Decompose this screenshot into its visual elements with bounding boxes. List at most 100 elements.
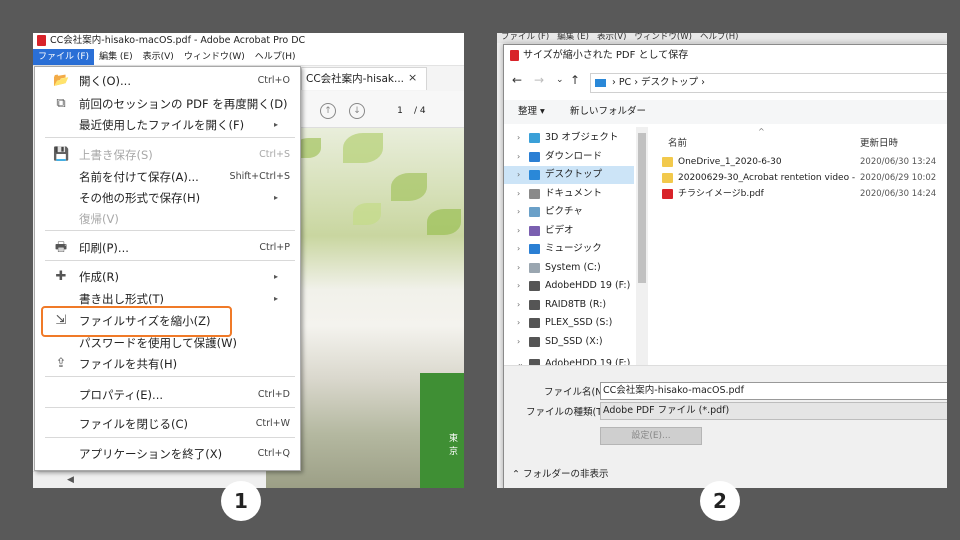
file-menu-item[interactable]: 最近使用したファイルを開く(F) ▸: [35, 115, 300, 135]
submenu-arrow-icon: ▸: [273, 120, 278, 129]
menu-edit[interactable]: 編集 (E): [94, 49, 138, 65]
tree-item[interactable]: › ドキュメント: [504, 185, 634, 203]
column-header-name[interactable]: 名前: [668, 135, 687, 149]
tree-item-label: ピクチャ: [545, 206, 583, 217]
chevron-right-icon[interactable]: ›: [517, 185, 520, 203]
menu-separator: [45, 407, 295, 408]
settings-button[interactable]: 設定(E)...: [600, 427, 702, 445]
chevron-right-icon[interactable]: ›: [517, 148, 520, 166]
new-folder-button[interactable]: 新しいフォルダー: [570, 100, 646, 124]
folder-icon: [529, 318, 540, 328]
file-menu-item[interactable]: 📂 開く(O)... Ctrl+O: [35, 71, 300, 91]
file-menu-item[interactable]: 名前を付けて保存(A)... Shift+Ctrl+S: [35, 167, 300, 187]
chevron-right-icon[interactable]: ›: [517, 333, 520, 351]
address-sep-icon: ›: [631, 77, 642, 88]
tree-item[interactable]: › ピクチャ: [504, 203, 634, 221]
filename-input[interactable]: CC会社案内-hisako-macOS.pdf: [600, 382, 947, 400]
file-name: 20200629-30_Acrobat rentetion video - シ.…: [678, 173, 856, 183]
menu-separator: [45, 230, 295, 231]
file-date: 2020/06/30 14:24: [860, 189, 937, 199]
file-menu-item[interactable]: プロパティ(E)... Ctrl+D: [35, 385, 300, 405]
file-menu-item-label: ファイルを共有(H): [79, 357, 178, 371]
tree-item[interactable]: › RAID8TB (R:): [504, 296, 634, 314]
chevron-down-icon[interactable]: ⌄: [517, 355, 524, 365]
shortcut-label: Ctrl+P: [259, 242, 290, 253]
chevron-up-icon: ⌃: [512, 469, 523, 480]
file-menu-item[interactable]: 🖶 印刷(P)... Ctrl+P: [35, 238, 300, 258]
menu-separator: [45, 437, 295, 438]
tree-item[interactable]: › ビデオ: [504, 222, 634, 240]
file-row[interactable]: 20200629-30_Acrobat rentetion video - シ.…: [662, 170, 947, 186]
document-text: 東京: [449, 434, 459, 457]
chevron-right-icon[interactable]: ›: [517, 240, 520, 258]
chevron-right-icon[interactable]: ›: [517, 259, 520, 277]
menu-view[interactable]: 表示(V): [138, 49, 179, 65]
chevron-right-icon[interactable]: ›: [517, 314, 520, 332]
chevron-right-icon[interactable]: ›: [517, 222, 520, 240]
address-bar[interactable]: › PC › デスクトップ ›: [590, 73, 947, 93]
menu-window[interactable]: ウィンドウ(W): [179, 49, 250, 65]
address-desktop[interactable]: デスクトップ: [641, 77, 698, 88]
file-row[interactable]: OneDrive_1_2020-6-30 2020/06/30 13:24: [662, 154, 947, 170]
organize-button[interactable]: 整理 ▾: [518, 100, 545, 124]
bg-menu-help: ヘルプ(H): [699, 33, 739, 42]
filetype-select[interactable]: Adobe PDF ファイル (*.pdf): [600, 402, 947, 420]
tree-scrollbar[interactable]: [636, 127, 648, 365]
file-menu-item[interactable]: ⇪ ファイルを共有(H): [35, 354, 300, 374]
pc-icon: [595, 78, 606, 87]
next-page-icon[interactable]: ↓: [349, 103, 365, 119]
address-pc[interactable]: PC: [619, 77, 631, 88]
restore-session-icon: ⧉: [56, 96, 66, 111]
tree-item[interactable]: › ダウンロード: [504, 148, 634, 166]
pdf-icon: [510, 50, 519, 61]
chevron-right-icon[interactable]: ›: [517, 296, 520, 314]
filetype-label: ファイルの種類(T):: [526, 407, 609, 418]
tree-item-label: 3D オブジェクト: [545, 132, 619, 143]
chevron-right-icon[interactable]: ›: [517, 203, 520, 221]
close-tab-icon[interactable]: ×: [408, 71, 417, 84]
acrobat-menubar: ファイル (F) 編集 (E) 表示(V) ウィンドウ(W) ヘルプ(H): [33, 49, 464, 66]
column-header-date[interactable]: 更新日時: [860, 135, 898, 149]
tree-item[interactable]: › SD_SSD (X:): [504, 333, 634, 351]
bg-menu-window: ウィンドウ(W): [634, 33, 692, 42]
chevron-right-icon[interactable]: ›: [517, 166, 520, 184]
file-menu-item[interactable]: ファイルを閉じる(C) Ctrl+W: [35, 414, 300, 434]
pdf-file-icon: [662, 189, 673, 199]
file-menu-item-label: 最近使用したファイルを開く(F): [79, 118, 245, 132]
chevron-right-icon[interactable]: ›: [517, 129, 520, 147]
up-arrow-icon[interactable]: ↑: [570, 73, 580, 87]
tree-item[interactable]: ⌄ AdobeHDD 19 (F:): [504, 355, 634, 365]
file-name: OneDrive_1_2020-6-30: [678, 157, 782, 167]
page-number-input[interactable]: 1: [388, 103, 412, 119]
prev-page-icon[interactable]: ↑: [320, 103, 336, 119]
tree-item-label: デスクトップ: [545, 169, 603, 180]
file-menu-item[interactable]: ⧉ 前回のセッションの PDF を再度開く(D): [35, 94, 300, 114]
tree-item[interactable]: › AdobeHDD 19 (F:): [504, 277, 634, 295]
folder-icon: [529, 151, 540, 162]
tree-item-label: PLEX_SSD (S:): [545, 317, 613, 328]
step-badge-2: 2: [700, 481, 740, 521]
forward-arrow-icon[interactable]: →: [534, 73, 544, 87]
tree-item[interactable]: › 3D オブジェクト: [504, 129, 634, 147]
back-arrow-icon[interactable]: ←: [512, 73, 522, 87]
menu-file[interactable]: ファイル (F): [33, 49, 95, 65]
folder-tree: › 3D オブジェクト › ダウンロード › デスクトップ › ドキュメント › ピクチャ › ビデオ…: [504, 127, 648, 365]
tree-item[interactable]: › System (C:): [504, 259, 634, 277]
file-menu-item[interactable]: その他の形式で保存(H) ▸: [35, 188, 300, 208]
file-menu-item[interactable]: アプリケーションを終了(X) Ctrl+Q: [35, 444, 300, 464]
tree-item[interactable]: › PLEX_SSD (S:): [504, 314, 634, 332]
menu-help[interactable]: ヘルプ(H): [250, 49, 301, 65]
chevron-right-icon[interactable]: ›: [517, 277, 520, 295]
shortcut-label: Shift+Ctrl+S: [229, 171, 290, 182]
folder-icon: [529, 336, 540, 347]
file-menu-item[interactable]: ✚ 作成(R) ▸: [35, 267, 300, 287]
tree-item[interactable]: › デスクトップ: [504, 166, 634, 184]
folder-icon: [529, 133, 540, 143]
file-row[interactable]: チラシイメージb.pdf 2020/06/30 14:24: [662, 186, 947, 202]
scroll-left-icon[interactable]: ◀: [67, 475, 74, 485]
tree-item[interactable]: › ミュージック: [504, 240, 634, 258]
recent-chevron-icon[interactable]: ⌄: [556, 75, 564, 85]
hide-folders-toggle[interactable]: ⌃ フォルダーの非表示: [512, 466, 609, 480]
print-icon: 🖶: [54, 240, 68, 255]
scrollbar-thumb[interactable]: [638, 133, 646, 283]
